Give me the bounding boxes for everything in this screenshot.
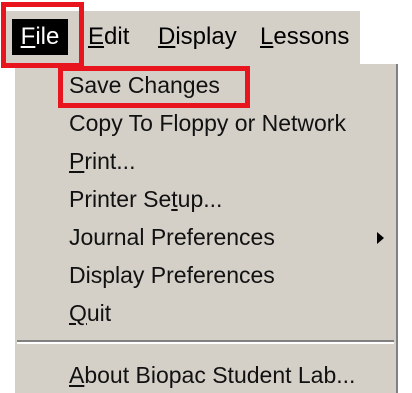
menu-file[interactable]: File (12, 19, 68, 55)
menu-display-rest: isplay (175, 23, 237, 50)
menu-file-rest: ile (35, 23, 60, 50)
menu-item-copy-to-floppy[interactable]: Copy To Floppy or Network (15, 106, 398, 140)
menu-lessons[interactable]: Lessons (260, 19, 349, 55)
menu-display[interactable]: Display (158, 19, 237, 55)
menu-item-quit[interactable]: Quit (15, 296, 398, 330)
menu-lessons-accel: L (260, 23, 274, 50)
menu-item-accel: Q (69, 300, 87, 326)
menu-separator (17, 340, 394, 344)
menu-item-label: uit (86, 300, 112, 326)
menu-item-accel: P (69, 148, 85, 174)
menu-file-accel: F (20, 23, 36, 50)
menu-item-print[interactable]: Print... (15, 144, 398, 178)
menu-item-label: Journal Preferences (69, 224, 275, 250)
menu-item-printer-setup[interactable]: Printer Setup... (15, 182, 398, 216)
menu-item-label: bout Biopac Student Lab... (84, 362, 356, 388)
file-menu-dropdown: Save Changes Copy To Floppy or Network P… (12, 64, 398, 393)
menu-edit-accel: E (88, 23, 105, 50)
menu-display-accel: D (158, 23, 176, 50)
menu-item-label-pre: Printer Se (69, 186, 172, 212)
menu-item-about[interactable]: About Biopac Student Lab... (15, 358, 398, 392)
menu-item-label: Display Preferences (69, 262, 275, 288)
menu-item-label-post: up... (177, 186, 223, 212)
menu-edit-rest: dit (104, 23, 130, 50)
menu-item-label: rint... (84, 148, 136, 174)
menu-edit[interactable]: Edit (88, 19, 129, 55)
menu-item-journal-preferences[interactable]: Journal Preferences (15, 220, 398, 254)
menu-item-accel: A (69, 362, 85, 388)
screenshot-stage: File Edit Display Lessons Save Changes C… (0, 0, 412, 393)
menu-item-display-preferences[interactable]: Display Preferences (15, 258, 398, 292)
menu-item-label: Copy To Floppy or Network (69, 110, 346, 136)
menu-lessons-rest: essons (273, 23, 350, 50)
menu-item-label: Save Changes (69, 72, 220, 98)
submenu-arrow-icon (377, 232, 384, 244)
menu-item-save-changes[interactable]: Save Changes (15, 68, 398, 102)
menu-bar: File Edit Display Lessons (2, 10, 360, 65)
